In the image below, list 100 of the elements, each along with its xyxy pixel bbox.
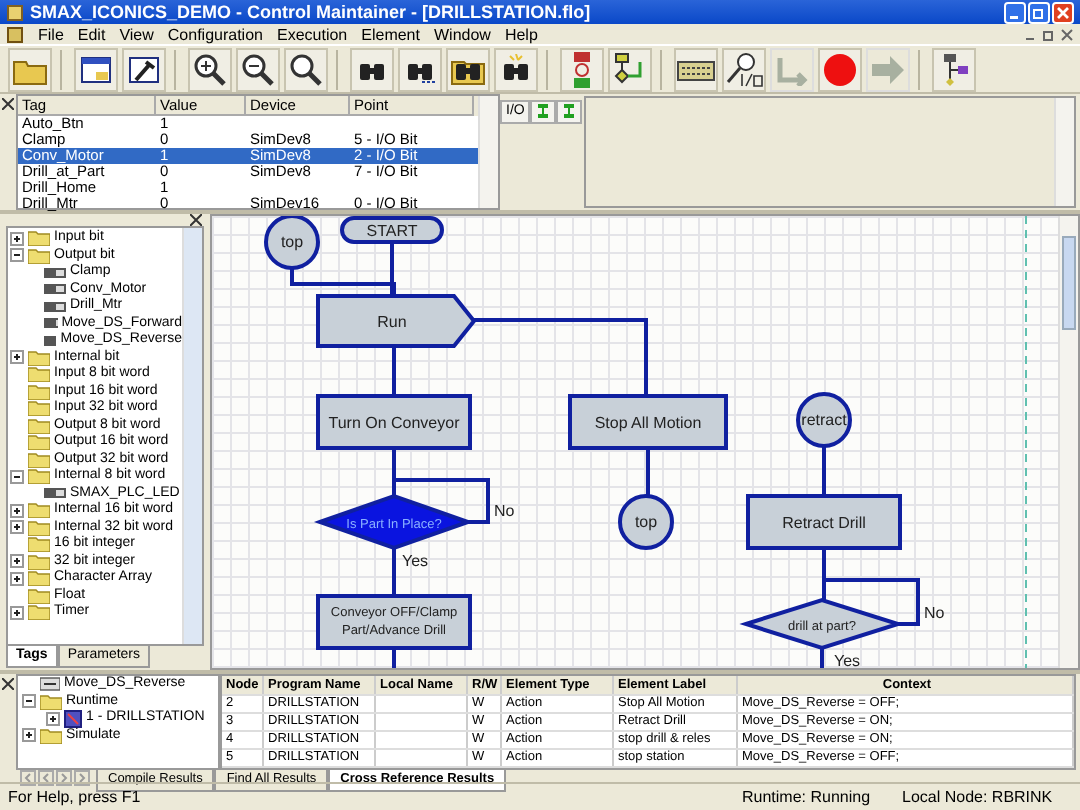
- connector-line: [820, 647, 824, 668]
- io-search-icon: [724, 51, 764, 88]
- close-icon[interactable]: [1060, 27, 1074, 42]
- expand-icon[interactable]: [10, 503, 24, 518]
- scrollbar[interactable]: [478, 95, 498, 208]
- zoom-out-button[interactable]: [236, 47, 280, 92]
- program-icon: [64, 709, 82, 728]
- flowchart-icon: [612, 51, 648, 88]
- menu-item[interactable]: Window: [433, 25, 491, 44]
- record-icon: [822, 51, 858, 88]
- document-icon: [6, 25, 24, 44]
- expand-icon[interactable]: [10, 520, 24, 535]
- status-text: Runtime: Running: [742, 787, 873, 806]
- menu-item[interactable]: View: [119, 25, 154, 44]
- folder-icon: [28, 400, 50, 417]
- collapse-icon[interactable]: [22, 694, 36, 709]
- branch-label: Yes: [402, 551, 429, 570]
- menu-item[interactable]: Element: [361, 25, 420, 44]
- reference-icon: [40, 676, 60, 693]
- zoom-in-button[interactable]: [188, 47, 232, 92]
- find-in-files-button[interactable]: [446, 47, 490, 92]
- build-button[interactable]: [122, 47, 166, 92]
- status-text: Local Node: RBRINK: [902, 787, 1055, 806]
- menu-item[interactable]: Help: [504, 25, 538, 44]
- connector-line: [822, 445, 826, 496]
- folder-icon: [28, 519, 50, 536]
- branch-label: No: [494, 501, 515, 520]
- find-button[interactable]: [350, 47, 394, 92]
- zoom-out-icon: [240, 53, 276, 86]
- close-icon[interactable]: [2, 677, 14, 690]
- folder-icon: [28, 502, 50, 519]
- folder-icon: [28, 247, 50, 264]
- scrollbar[interactable]: [182, 227, 202, 644]
- action-node[interactable]: Stop All Motion: [568, 393, 728, 450]
- close-icon[interactable]: [2, 97, 14, 110]
- folder-icon: [28, 434, 50, 451]
- menu-item[interactable]: File: [38, 25, 64, 44]
- scrollbar[interactable]: [1054, 97, 1074, 206]
- expand-icon[interactable]: [10, 350, 24, 365]
- window-button[interactable]: [74, 47, 118, 92]
- record-button[interactable]: [818, 47, 862, 92]
- step-icon: [774, 53, 810, 86]
- connector-line: [392, 345, 396, 396]
- connect-button[interactable]: [530, 99, 557, 124]
- network-button[interactable]: [560, 47, 604, 92]
- connector-node[interactable]: top: [618, 493, 674, 550]
- action-node[interactable]: Retract Drill: [746, 493, 902, 550]
- menu-item[interactable]: Configuration: [167, 25, 263, 44]
- open-button[interactable]: [8, 47, 52, 92]
- folder-icon: [28, 536, 50, 553]
- folder-icon: [28, 604, 50, 621]
- flowchart-button[interactable]: [608, 47, 652, 92]
- start-node[interactable]: START: [340, 215, 444, 244]
- branch-label: No: [924, 603, 945, 622]
- connector-icon: [536, 102, 551, 121]
- folder-icon: [28, 366, 50, 383]
- app-icon: [6, 3, 24, 22]
- expand-icon[interactable]: [22, 728, 36, 743]
- io-search-button[interactable]: [722, 47, 766, 92]
- close-button[interactable]: [1052, 1, 1074, 24]
- folder-icon: [28, 570, 50, 587]
- folder-icon: [28, 553, 50, 570]
- maximize-button[interactable]: [1028, 1, 1050, 24]
- expand-icon[interactable]: [10, 605, 24, 620]
- menu-item[interactable]: Execution: [276, 25, 348, 44]
- zoom-button[interactable]: [284, 47, 328, 92]
- window-icon: [78, 53, 114, 86]
- menu-item[interactable]: Edit: [77, 25, 106, 44]
- connect-button[interactable]: [556, 99, 583, 124]
- keyboard-button[interactable]: [674, 47, 718, 92]
- window-title: SMAX_ICONICS_DEMO - Control Maintainer - [DRILLSTATION.flo]: [30, 2, 591, 23]
- branch-label: Yes: [834, 651, 861, 668]
- minimize-button[interactable]: [1004, 1, 1026, 24]
- collapse-icon[interactable]: [10, 248, 24, 263]
- hammer-icon: [126, 53, 162, 86]
- expand-icon[interactable]: [10, 231, 24, 246]
- tree-button[interactable]: [932, 47, 976, 92]
- folder-icon: [28, 230, 50, 247]
- expand-icon[interactable]: [10, 571, 24, 586]
- binoculars-icon: [498, 53, 534, 86]
- folder-icon: [28, 383, 50, 400]
- expand-icon[interactable]: [46, 711, 60, 726]
- folder-icon: [28, 349, 50, 366]
- folder-icon: [28, 451, 50, 468]
- scroll-thumb[interactable]: [1062, 235, 1076, 330]
- close-icon[interactable]: [190, 213, 202, 226]
- status-text: For Help, press F1: [8, 787, 143, 806]
- connector-node[interactable]: retract: [796, 391, 852, 448]
- folder-icon: [40, 693, 62, 710]
- action-node[interactable]: Turn On Conveyor: [316, 393, 472, 450]
- find-button[interactable]: [494, 47, 538, 92]
- find-next-button[interactable]: [398, 47, 442, 92]
- connector-icon: [562, 102, 577, 121]
- step-node[interactable]: Run: [316, 293, 477, 348]
- scrollbar[interactable]: [1058, 215, 1078, 668]
- connector-node[interactable]: top: [264, 215, 320, 270]
- magnifier-icon: [288, 53, 324, 86]
- collapse-icon[interactable]: [10, 469, 24, 484]
- connector-line: [392, 647, 396, 668]
- expand-icon[interactable]: [10, 554, 24, 569]
